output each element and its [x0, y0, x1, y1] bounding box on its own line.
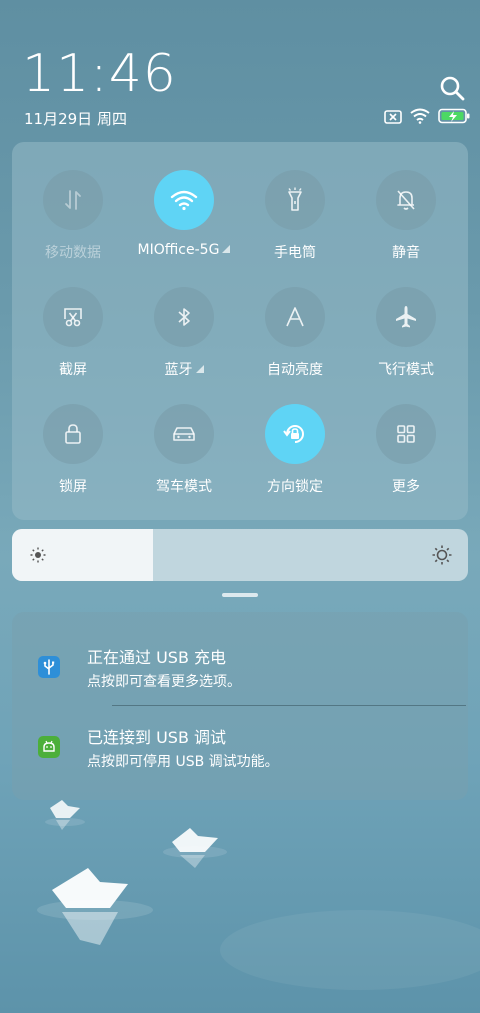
tile-circle[interactable]: [43, 404, 103, 464]
clock-time: 11:46: [22, 44, 177, 104]
tile-label: MIOffice-5G: [137, 242, 220, 258]
notification-title: 已连接到 USB 调试: [87, 728, 227, 747]
tile-lock-screen[interactable]: 锁屏: [17, 404, 129, 496]
tile-circle[interactable]: [265, 287, 325, 347]
divider: [112, 705, 466, 706]
tile-rotation-lock[interactable]: 方向锁定: [239, 404, 351, 496]
notification-body: 点按即可查看更多选项。: [87, 674, 241, 690]
rotation-lock-icon: [283, 425, 304, 443]
grid-icon: [397, 425, 415, 443]
drag-handle[interactable]: [222, 593, 258, 597]
flashlight-icon: [288, 187, 302, 211]
tile-label: 静音: [392, 245, 420, 261]
tile-flashlight[interactable]: 手电筒: [239, 170, 351, 262]
usb-icon: [38, 656, 60, 678]
tile-auto-brightness[interactable]: 自动亮度: [239, 287, 351, 379]
screenshot-icon: [64, 308, 82, 327]
tile-circle[interactable]: [154, 287, 214, 347]
tile-label: 更多: [392, 479, 420, 495]
tile-mute[interactable]: 静音: [350, 170, 462, 262]
status-icons: [384, 108, 470, 128]
tile-label: 截屏: [59, 362, 87, 378]
notification-usb-debugging[interactable]: 已连接到 USB 调试 点按即可停用 USB 调试功能。: [12, 724, 468, 794]
expand-arrow-icon[interactable]: [222, 245, 231, 253]
android-debug-icon: [38, 736, 60, 758]
tile-screenshot[interactable]: 截屏: [17, 287, 129, 379]
tile-bluetooth[interactable]: 蓝牙: [128, 287, 240, 379]
tile-circle[interactable]: [376, 404, 436, 464]
tile-driving-mode[interactable]: 驾车模式: [128, 404, 240, 496]
auto-brightness-icon: [286, 307, 304, 327]
no-sim-icon: [384, 109, 402, 128]
date-label: 11月29日 周四: [24, 110, 127, 128]
wallpaper-boats-illustration: [37, 800, 480, 990]
tile-circle[interactable]: [154, 404, 214, 464]
brightness-high-icon: [432, 545, 452, 569]
brightness-low-icon: [30, 547, 46, 567]
expand-arrow-icon[interactable]: [195, 365, 204, 373]
tile-label-row: MIOffice-5G: [128, 242, 240, 258]
mobile-data-icon: [65, 190, 81, 210]
tile-label: 方向锁定: [267, 479, 323, 495]
tile-label-row: 蓝牙: [128, 359, 240, 379]
notification-body: 点按即可停用 USB 调试功能。: [87, 754, 279, 770]
notification-title: 正在通过 USB 充电: [87, 648, 227, 667]
tile-circle[interactable]: [43, 170, 103, 230]
tile-wifi[interactable]: MIOffice-5G: [128, 170, 240, 258]
quick-settings-panel: 移动数据 MIOffice-5G 手电筒 静音 截屏 蓝牙 自动亮度 飞行模式 …: [12, 142, 468, 520]
wifi-status-icon: [410, 108, 430, 128]
notification-panel: 正在通过 USB 充电 点按即可查看更多选项。 已连接到 USB 调试 点按即可…: [12, 612, 468, 800]
bluetooth-icon: [178, 308, 190, 326]
tile-circle[interactable]: [265, 404, 325, 464]
tile-label: 手电筒: [274, 245, 316, 261]
tile-circle[interactable]: [154, 170, 214, 230]
tile-circle[interactable]: [376, 287, 436, 347]
brightness-slider[interactable]: [12, 529, 468, 581]
battery-charging-icon: [438, 108, 470, 128]
lock-icon: [65, 424, 81, 444]
search-icon[interactable]: [438, 74, 466, 102]
tile-label: 锁屏: [59, 479, 87, 495]
wifi-icon: [170, 190, 198, 211]
tile-circle[interactable]: [265, 170, 325, 230]
tile-airplane-mode[interactable]: 飞行模式: [350, 287, 462, 379]
tile-label: 自动亮度: [267, 362, 323, 378]
tile-circle[interactable]: [43, 287, 103, 347]
car-icon: [173, 427, 195, 441]
tile-label: 蓝牙: [164, 362, 193, 378]
tile-label: 驾车模式: [156, 479, 212, 495]
airplane-icon: [396, 306, 416, 328]
tile-more[interactable]: 更多: [350, 404, 462, 496]
tile-mobile-data[interactable]: 移动数据: [17, 170, 129, 262]
tile-label: 飞行模式: [378, 362, 434, 378]
tile-label: 移动数据: [45, 245, 101, 261]
notification-usb-charging[interactable]: 正在通过 USB 充电 点按即可查看更多选项。: [12, 644, 468, 714]
mute-bell-icon: [397, 190, 415, 210]
tile-circle[interactable]: [376, 170, 436, 230]
